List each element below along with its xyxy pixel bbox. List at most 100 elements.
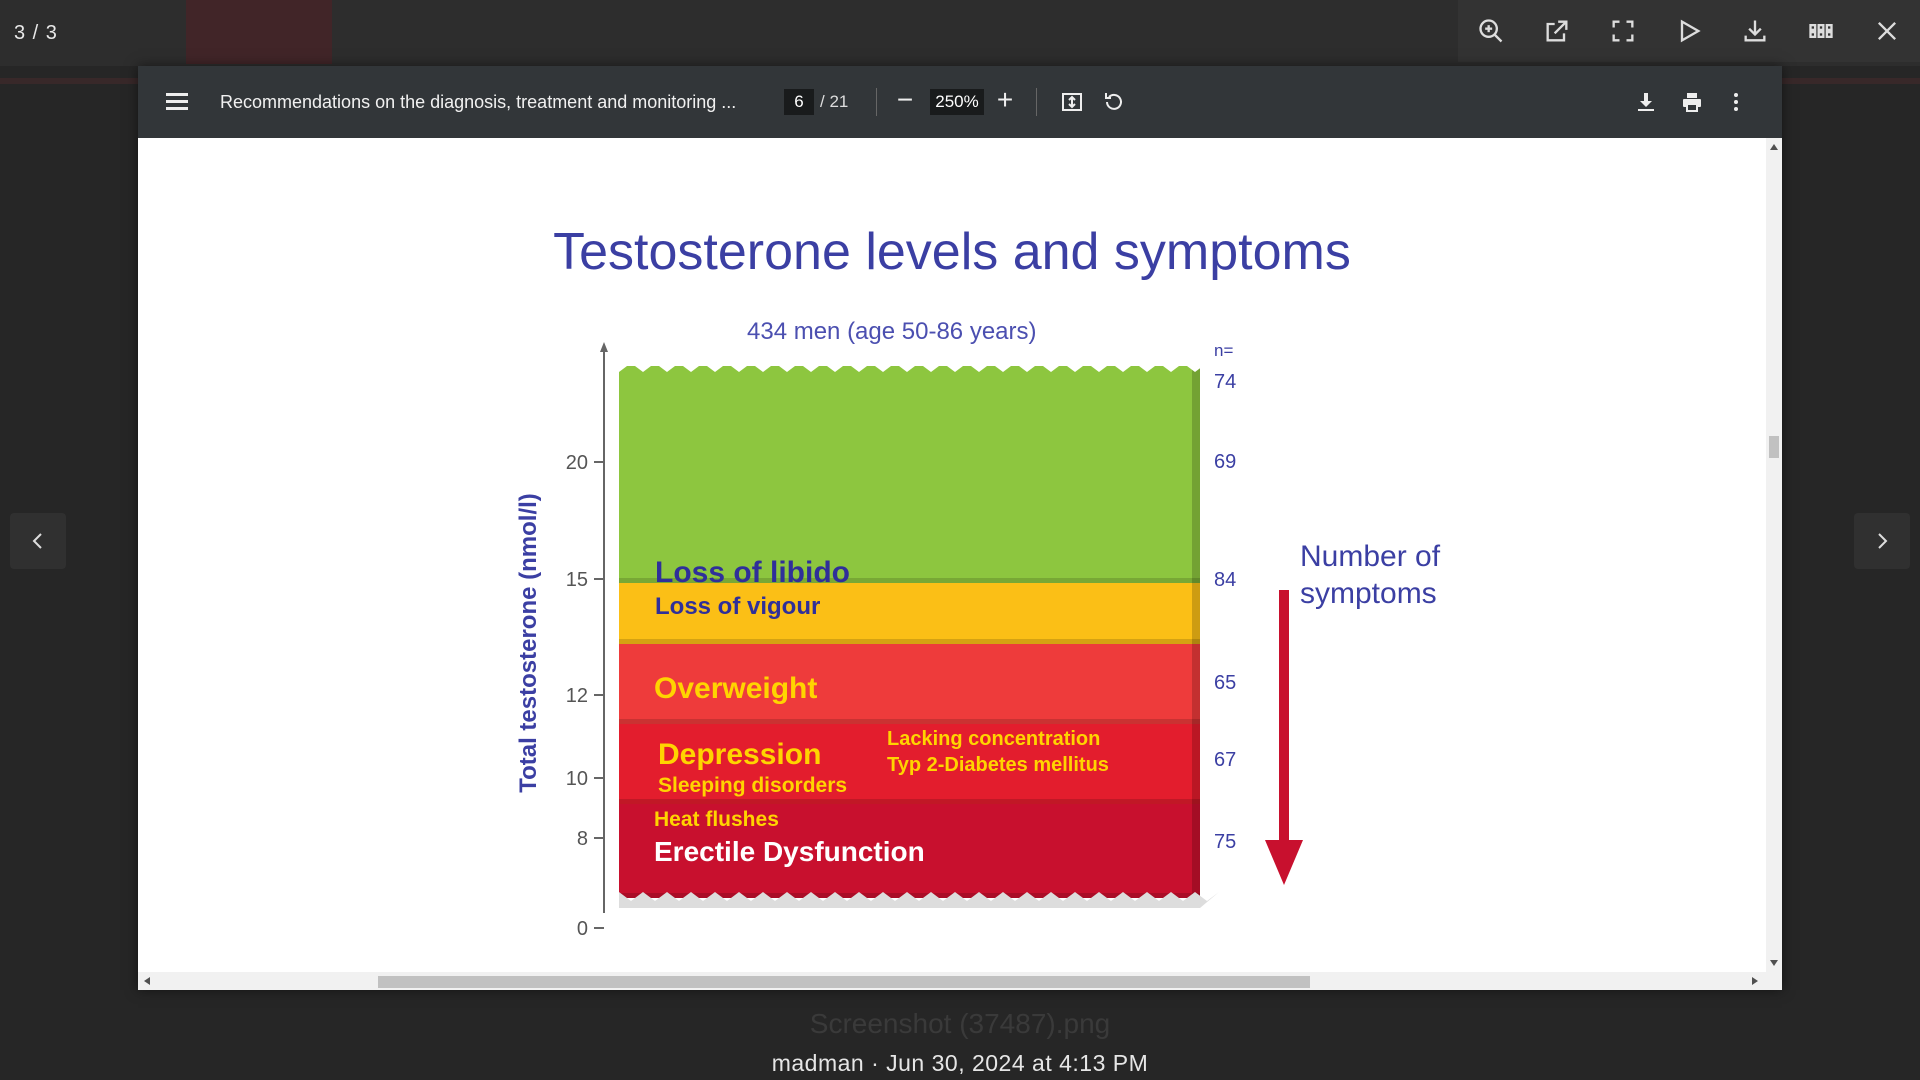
pdf-page: Testosterone levels and symptoms 434 men… bbox=[138, 138, 1766, 972]
chart-band-shadow bbox=[619, 799, 1200, 804]
chart-band-shadow bbox=[619, 578, 1200, 583]
page-total: / 21 bbox=[820, 92, 849, 111]
chart-band bbox=[619, 583, 1200, 644]
chart-band bbox=[619, 804, 1200, 898]
y-axis-arrow bbox=[600, 342, 608, 352]
chart-band bbox=[619, 644, 1200, 724]
band-label-erectile: Erectile Dysfunction bbox=[654, 836, 925, 867]
download-icon bbox=[1744, 20, 1766, 42]
zoom-in-icon bbox=[1479, 19, 1503, 43]
arrow-label-line2: symptoms bbox=[1300, 577, 1437, 610]
close-button[interactable] bbox=[1867, 11, 1907, 51]
slideshow-button[interactable] bbox=[1669, 11, 1709, 51]
open-external-button[interactable] bbox=[1537, 11, 1577, 51]
toolbar-divider bbox=[876, 88, 877, 116]
rotate-icon bbox=[1105, 93, 1122, 110]
fullscreen-icon bbox=[1612, 20, 1634, 42]
vertical-scrollbar[interactable] bbox=[1766, 138, 1782, 972]
scroll-up-arrow[interactable] bbox=[1770, 144, 1778, 150]
rotate-button[interactable] bbox=[1098, 86, 1130, 118]
band-label-concentration: Lacking concentration bbox=[887, 728, 1100, 750]
image-filename: Screenshot (37487).png bbox=[809, 1008, 1111, 1039]
n-value: 84 bbox=[1214, 569, 1236, 591]
band-label-libido: Loss of libido bbox=[655, 556, 850, 589]
zoom-in-pdf-button[interactable]: + bbox=[990, 86, 1020, 116]
zigzag-top bbox=[619, 356, 1219, 372]
band-label-vigour: Loss of vigour bbox=[655, 593, 820, 620]
close-icon bbox=[1878, 22, 1896, 40]
pdf-toolbar: Recommendations on the diagnosis, treatm… bbox=[138, 66, 1782, 138]
fullscreen-button[interactable] bbox=[1603, 11, 1643, 51]
chevron-left-icon bbox=[32, 533, 42, 549]
band-label-heat-flushes: Heat flushes bbox=[654, 808, 779, 831]
document-title: Recommendations on the diagnosis, treatm… bbox=[220, 92, 737, 112]
pdf-download-button[interactable] bbox=[1630, 86, 1662, 118]
n-header: n= bbox=[1214, 341, 1233, 360]
fit-page-button[interactable] bbox=[1056, 86, 1088, 118]
page-number-input[interactable]: 6 bbox=[784, 89, 814, 115]
chart-band-shadow bbox=[619, 719, 1200, 724]
chart-band-shadow bbox=[619, 639, 1200, 644]
zoom-level-input[interactable]: 250% bbox=[930, 89, 984, 115]
chart-band-edge bbox=[1192, 644, 1200, 724]
toolbar-divider bbox=[1036, 88, 1037, 116]
print-button[interactable] bbox=[1676, 86, 1708, 118]
chart-title: Testosterone levels and symptoms bbox=[553, 223, 1351, 281]
fit-page-icon bbox=[1062, 93, 1082, 111]
y-tick-label: 0 bbox=[577, 918, 588, 940]
chart-band-edge bbox=[1192, 724, 1200, 804]
chart-band bbox=[619, 366, 1200, 583]
y-tick-label: 10 bbox=[566, 768, 588, 790]
scroll-left-arrow[interactable] bbox=[144, 977, 150, 985]
band-label-sleeping: Sleeping disorders bbox=[658, 774, 847, 797]
more-vertical-icon bbox=[1734, 93, 1738, 111]
band-label-diabetes: Typ 2-Diabetes mellitus bbox=[887, 754, 1109, 776]
n-value: 67 bbox=[1214, 749, 1236, 771]
chart-band bbox=[619, 724, 1200, 804]
grid-button[interactable] bbox=[1801, 11, 1841, 51]
y-axis-title: Total testosterone (nmol/l) bbox=[515, 493, 542, 793]
n-value: 75 bbox=[1214, 831, 1236, 853]
open-external-icon bbox=[1546, 20, 1568, 42]
y-tick-label: 12 bbox=[566, 685, 588, 707]
pdf-viewer: Recommendations on the diagnosis, treatm… bbox=[138, 66, 1782, 990]
grid-icon bbox=[1809, 24, 1833, 38]
y-tick-label: 20 bbox=[566, 452, 588, 474]
horizontal-scrollbar[interactable] bbox=[138, 972, 1782, 990]
next-image-button[interactable] bbox=[1854, 513, 1910, 569]
viewer-toolbar bbox=[1458, 0, 1920, 62]
play-icon bbox=[1680, 19, 1701, 43]
vertical-scroll-thumb[interactable] bbox=[1769, 436, 1779, 458]
background-blur bbox=[186, 0, 332, 64]
y-tick-label: 8 bbox=[577, 828, 588, 850]
image-counter: 3 / 3 bbox=[14, 22, 58, 44]
arrow-label-line1: Number of bbox=[1300, 540, 1441, 573]
print-icon bbox=[1683, 93, 1701, 112]
previous-image-button[interactable] bbox=[10, 513, 66, 569]
menu-icon[interactable] bbox=[166, 90, 188, 112]
chart-band-edge bbox=[1192, 366, 1200, 583]
more-options-button[interactable] bbox=[1720, 86, 1752, 118]
chart-subtitle: 434 men (age 50-86 years) bbox=[747, 318, 1037, 345]
n-value: 74 bbox=[1214, 371, 1236, 393]
download-button[interactable] bbox=[1735, 11, 1775, 51]
chevron-right-icon bbox=[1878, 533, 1888, 549]
chart-band-edge bbox=[1192, 804, 1200, 898]
scroll-down-arrow[interactable] bbox=[1770, 960, 1778, 966]
zigzag-bottom bbox=[619, 892, 1219, 908]
n-value: 65 bbox=[1214, 672, 1236, 694]
y-tick-label: 15 bbox=[566, 569, 588, 591]
image-meta: madman · Jun 30, 2024 at 4:13 PM bbox=[771, 1050, 1149, 1076]
symptoms-arrow-head bbox=[1265, 840, 1303, 885]
download-icon bbox=[1638, 93, 1654, 111]
horizontal-scroll-thumb[interactable] bbox=[378, 976, 1310, 988]
chart-band-shadow bbox=[619, 893, 1200, 898]
band-label-overweight: Overweight bbox=[654, 672, 817, 705]
zoom-in-button[interactable] bbox=[1471, 11, 1511, 51]
band-label-depression: Depression bbox=[658, 738, 821, 771]
scroll-right-arrow[interactable] bbox=[1752, 977, 1758, 985]
chart-band-edge bbox=[1192, 583, 1200, 644]
zoom-out-button[interactable]: − bbox=[890, 86, 920, 116]
symptoms-arrow-shaft bbox=[1279, 590, 1289, 852]
n-value: 69 bbox=[1214, 451, 1236, 473]
